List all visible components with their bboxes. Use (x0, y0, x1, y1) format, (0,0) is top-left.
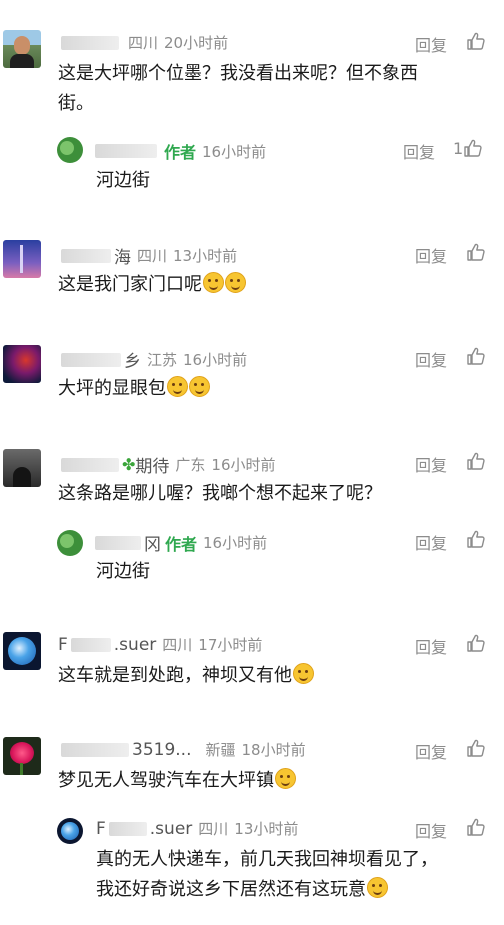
thumbs-up-icon (466, 633, 486, 653)
thumbs-up-icon (466, 451, 486, 471)
location: 江苏 (147, 351, 178, 369)
location: 四川 (198, 820, 229, 838)
author-badge: 作者 (164, 143, 197, 162)
comment-text: 这是我门家门口呢 (58, 270, 246, 300)
location: 四川 (128, 34, 159, 52)
username: .suer (149, 818, 193, 839)
clover-icon: ✤ (122, 455, 136, 474)
like-button[interactable] (466, 529, 486, 549)
thumbs-up-icon (466, 817, 486, 837)
like-button[interactable] (466, 346, 486, 366)
comment-header: 3519... 新疆 18小时前 (58, 739, 306, 760)
reply-header: F .suer 四川 13小时前 (96, 818, 298, 839)
username-blurred (95, 144, 157, 158)
timestamp: 16小时前 (183, 351, 248, 369)
avatar[interactable] (3, 449, 41, 487)
timestamp: 16小时前 (202, 142, 267, 161)
comment-header: F .suer 四川 17小时前 (58, 634, 262, 655)
username: 海 (114, 248, 131, 268)
reply-header: 作者 16小时前 (92, 139, 266, 163)
location: 广东 (175, 456, 206, 474)
comment-text: 这车就是到处跑，神坝又有他 (58, 661, 314, 691)
avatar[interactable] (3, 240, 41, 278)
timestamp: 18小时前 (241, 741, 306, 759)
author-badge: 作者 (165, 534, 198, 554)
location: 四川 (137, 247, 168, 265)
username: 3519... (132, 739, 192, 760)
username-initial: F (96, 818, 106, 839)
comment-header: 海 四川 13小时前 (58, 243, 237, 268)
comment-header: ✤ 期待 广东 16小时前 (58, 452, 276, 477)
comment-text: 梦见无人驾驶汽车在大坪镇 (58, 766, 296, 796)
timestamp: 20小时前 (164, 34, 229, 52)
thumbs-up-icon (466, 242, 486, 262)
reply-header: 冈 作者 16小时前 (92, 530, 267, 555)
avatar[interactable] (57, 530, 83, 556)
reply-text: 河边街 (96, 561, 150, 582)
avatar[interactable] (3, 737, 41, 775)
username-blurred (61, 352, 121, 367)
reply-button[interactable]: 回复 (415, 818, 447, 842)
like-button[interactable] (466, 633, 486, 653)
username-blurred (108, 821, 147, 836)
avatar[interactable] (3, 345, 41, 383)
reply-button[interactable]: 回复 (415, 634, 447, 658)
username-blurred (61, 742, 129, 757)
laughing-tears-emoji-icon (367, 877, 388, 898)
timestamp: 16小时前 (211, 456, 276, 474)
thumbs-up-icon (466, 346, 486, 366)
location: 四川 (162, 636, 193, 654)
like-button[interactable]: 1 (453, 138, 483, 158)
comment-text: 大坪的显眼包 (58, 374, 210, 404)
username: 乡 (124, 352, 141, 372)
timestamp: 17小时前 (198, 636, 263, 654)
reply-button[interactable]: 回复 (415, 739, 447, 763)
username: 期待 (135, 457, 170, 477)
thinking-emoji-icon (189, 376, 210, 397)
avatar[interactable] (3, 30, 41, 68)
reply-button[interactable]: 回复 (415, 530, 447, 554)
comment-header: 乡 江苏 16小时前 (58, 347, 247, 372)
avatar[interactable] (57, 818, 83, 844)
grin-emoji-icon (275, 768, 296, 789)
username-initial: F (58, 634, 68, 655)
username: .suer (113, 634, 157, 655)
timestamp: 13小时前 (234, 820, 299, 838)
thumbs-up-icon (466, 738, 486, 758)
avatar[interactable] (57, 137, 83, 163)
location: 新疆 (205, 741, 236, 759)
username-blurred (61, 457, 119, 472)
blush-emoji-icon (293, 663, 314, 684)
comment-text: 这是大坪哪个位墨？我没看出来呢？但不象西 街。 (58, 63, 418, 114)
reply-button[interactable]: 回复 (415, 347, 447, 371)
reply-button[interactable]: 回复 (415, 32, 447, 56)
username-blurred (95, 535, 141, 550)
reply-text: 河边街 (96, 170, 150, 191)
comment-header: 四川 20小时前 (58, 32, 228, 53)
timestamp: 16小时前 (203, 534, 268, 552)
username-blurred (61, 248, 111, 263)
username: 冈 (144, 535, 161, 555)
username-blurred (61, 35, 119, 50)
thumbs-up-icon (466, 31, 486, 51)
like-button[interactable] (466, 817, 486, 837)
like-button[interactable] (466, 738, 486, 758)
reply-text: 真的无人快递车，前几天我回神坝看见了， 我还好奇说这乡下居然还有这玩意 (96, 849, 438, 900)
thinking-emoji-icon (225, 272, 246, 293)
reply-button[interactable]: 回复 (403, 139, 435, 163)
timestamp: 13小时前 (173, 247, 238, 265)
reply-button[interactable]: 回复 (415, 243, 447, 267)
like-button[interactable] (466, 31, 486, 51)
reply-button[interactable]: 回复 (415, 452, 447, 476)
comment-text: 这条路是哪儿喔？我啷个想不起来了呢？ (58, 483, 382, 504)
thinking-emoji-icon (167, 376, 188, 397)
like-button[interactable] (466, 451, 486, 471)
like-button[interactable] (466, 242, 486, 262)
like-count: 1 (453, 138, 464, 158)
username-blurred (70, 637, 111, 652)
thinking-emoji-icon (203, 272, 224, 293)
avatar[interactable] (3, 632, 41, 670)
thumbs-up-icon (463, 138, 483, 158)
thumbs-up-icon (466, 529, 486, 549)
